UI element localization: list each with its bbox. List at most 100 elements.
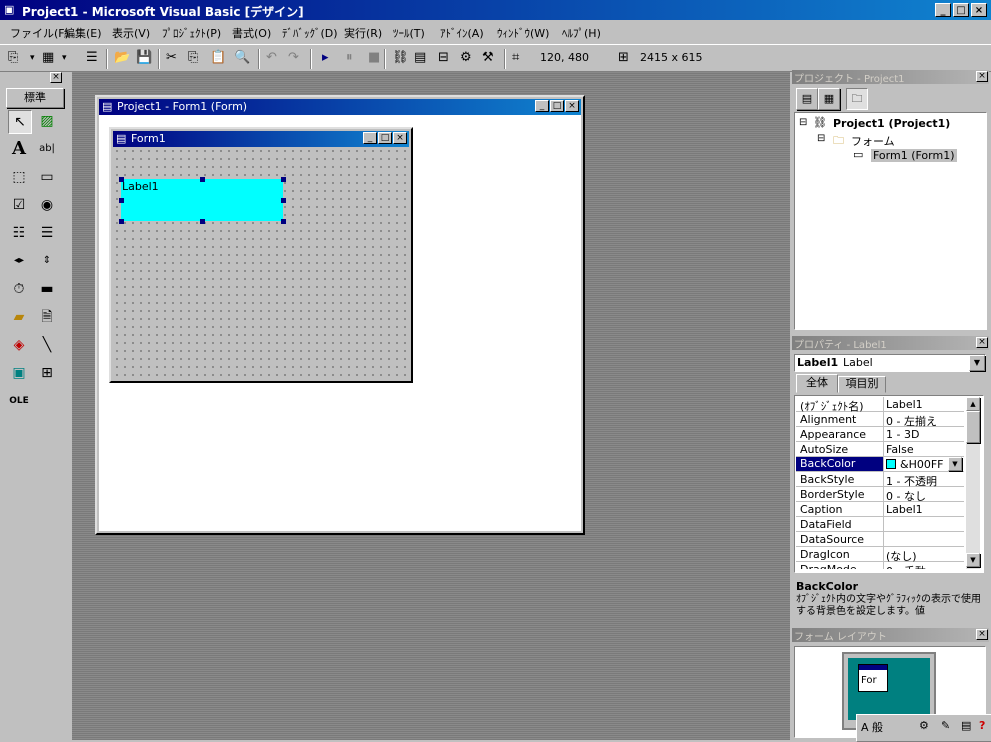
vscrollbar-tool-icon[interactable]: ⇕ — [36, 250, 58, 272]
property-row[interactable]: BackColor &H00FF ▼ — [796, 457, 964, 472]
toolbox-icon[interactable]: ⚒ — [482, 51, 494, 65]
filelistbox-tool-icon[interactable]: 🗎 — [36, 306, 58, 328]
resize-handle[interactable] — [119, 219, 124, 224]
help-icon[interactable]: ? — [979, 719, 985, 732]
property-value[interactable]: &H00FF — [900, 458, 950, 471]
object-selector[interactable]: Label1 Label ▼ — [794, 354, 986, 372]
tab-alphabetic[interactable]: 全体 — [796, 374, 838, 393]
menu-item[interactable]: 編集(E) — [64, 25, 102, 41]
project-explorer-close-button[interactable]: × — [976, 71, 988, 82]
dropdown-arrow-icon[interactable]: ▾ — [62, 51, 67, 65]
tree-forms-folder[interactable]: フォーム — [851, 133, 895, 149]
listbox-tool-icon[interactable]: ☰ — [36, 222, 58, 244]
toolbox-tab-general[interactable]: 標準 — [6, 88, 64, 108]
view-code-icon[interactable]: ▤ — [796, 88, 818, 110]
form1-maximize-button[interactable]: □ — [378, 132, 392, 144]
resize-handle[interactable] — [281, 198, 286, 203]
menu-editor-icon[interactable]: ☰ — [86, 51, 98, 65]
add-form-icon[interactable]: ▦ — [42, 51, 54, 65]
menu-item[interactable]: ﾂｰﾙ(T) — [393, 25, 425, 41]
break-icon[interactable]: ⏸ — [346, 51, 353, 65]
shape-tool-icon[interactable]: ◈ — [8, 334, 30, 356]
frame-tool-icon[interactable]: ⬚ — [8, 166, 30, 188]
resize-handle[interactable] — [200, 177, 205, 182]
pointer-icon[interactable]: ↖ — [8, 110, 32, 134]
property-row[interactable]: Alignment 0 - 左揃え — [796, 412, 964, 428]
collapse-icon[interactable]: ⊟ — [799, 117, 807, 128]
menu-item[interactable]: ｱﾄﾞｲﾝ(A) — [440, 25, 484, 41]
object-browser-icon[interactable]: ⚙ — [460, 51, 472, 65]
mini-form-preview[interactable]: For — [858, 664, 888, 692]
optionbutton-tool-icon[interactable]: ◉ — [36, 194, 58, 216]
timer-tool-icon[interactable]: ⏱ — [8, 278, 30, 300]
copy-icon[interactable]: ⎘ — [188, 51, 198, 65]
start-icon[interactable]: ▸ — [322, 51, 329, 65]
project-tree[interactable]: ⊟ ⛓ Project1 (Project1) ⊟ 🗀 フォーム ▭ Form1… — [794, 112, 987, 330]
menu-item[interactable]: 表示(V) — [112, 25, 150, 41]
property-row[interactable]: AutoSize False — [796, 442, 964, 457]
project-explorer-icon[interactable]: ⛓ — [392, 51, 409, 65]
toggle-folders-icon[interactable]: 🗀 — [846, 88, 868, 110]
property-value[interactable]: False — [886, 443, 962, 456]
menu-item[interactable]: ﾃﾞﾊﾞｯｸﾞ(D) — [282, 25, 338, 41]
paste-icon[interactable]: 📋 — [210, 51, 226, 65]
close-button[interactable]: × — [971, 3, 987, 17]
textbox-tool-icon[interactable]: ab| — [36, 138, 58, 160]
combobox-tool-icon[interactable]: ☷ — [8, 222, 30, 244]
scroll-up-icon[interactable]: ▲ — [966, 397, 980, 411]
line-tool-icon[interactable]: ╲ — [36, 334, 58, 356]
scroll-down-icon[interactable]: ▼ — [966, 553, 980, 567]
form-layout-close-button[interactable]: × — [976, 629, 988, 640]
dropdown-arrow-icon[interactable]: ▾ — [30, 51, 35, 65]
property-row[interactable]: Appearance 1 - 3D — [796, 427, 964, 442]
property-row[interactable]: DataField — [796, 517, 964, 532]
properties-grid[interactable]: (ｵﾌﾞｼﾞｪｸﾄ名) Label1 Alignment 0 - 左揃え Appeara… — [796, 397, 964, 569]
end-icon[interactable]: ■ — [368, 51, 380, 65]
resize-handle[interactable] — [281, 177, 286, 182]
resize-handle[interactable] — [281, 219, 286, 224]
resize-handle[interactable] — [119, 198, 124, 203]
chevron-down-icon[interactable]: ▼ — [969, 355, 985, 371]
ime-tool-icon[interactable]: ⚙ — [919, 719, 929, 732]
maximize-button[interactable]: □ — [953, 3, 969, 17]
property-row[interactable]: BorderStyle 0 - なし — [796, 487, 964, 503]
image-tool-icon[interactable]: ▣ — [8, 362, 30, 384]
picturebox-icon[interactable]: ▨ — [36, 110, 58, 132]
property-row[interactable]: Caption Label1 — [796, 502, 964, 517]
menu-item[interactable]: ﾌﾟﾛｼﾞｪｸﾄ(P) — [162, 25, 221, 41]
dirlistbox-tool-icon[interactable]: ▰ — [8, 306, 30, 328]
label-tool-icon[interactable]: A — [8, 138, 30, 160]
find-icon[interactable]: 🔍 — [234, 51, 250, 65]
minimize-button[interactable]: _ — [935, 3, 951, 17]
designer-close-button[interactable]: × — [565, 100, 579, 112]
tree-project-root[interactable]: Project1 (Project1) — [833, 117, 950, 130]
property-row[interactable]: BackStyle 1 - 不透明 — [796, 472, 964, 488]
menu-item[interactable]: 実行(R) — [344, 25, 382, 41]
hscrollbar-tool-icon[interactable]: ◂▸ — [8, 250, 30, 272]
form-designer-window[interactable]: ▤ Project1 - Form1 (Form) _ □ × ▤ Form1 … — [95, 95, 585, 535]
ime-mode-text[interactable]: A 般 — [861, 719, 883, 735]
properties-window-icon[interactable]: ▤ — [414, 51, 426, 65]
form1-close-button[interactable]: × — [393, 132, 407, 144]
add-project-icon[interactable]: ⎘ — [8, 51, 18, 65]
form-layout-icon[interactable]: ⊟ — [438, 51, 449, 65]
tree-form1-item[interactable]: Form1 (Form1) — [871, 149, 957, 162]
ime-dict-icon[interactable]: ▤ — [961, 719, 971, 732]
properties-scrollbar[interactable]: ▲ ▼ — [966, 397, 980, 569]
cut-icon[interactable]: ✂ — [166, 51, 177, 65]
designer-minimize-button[interactable]: _ — [535, 100, 549, 112]
property-row[interactable]: (ｵﾌﾞｼﾞｪｸﾄ名) Label1 — [796, 397, 964, 413]
properties-close-button[interactable]: × — [976, 337, 988, 348]
view-object-icon[interactable]: ▦ — [818, 88, 840, 110]
chevron-down-icon[interactable]: ▼ — [948, 457, 962, 471]
property-value[interactable]: 1 - 3D — [886, 428, 962, 441]
menu-item[interactable]: ｳｨﾝﾄﾞｳ(W) — [497, 25, 549, 41]
resize-handle[interactable] — [200, 219, 205, 224]
designer-maximize-button[interactable]: □ — [550, 100, 564, 112]
property-row[interactable]: DragMode 0 - 手動 — [796, 562, 964, 569]
ime-pad-icon[interactable]: ✎ — [941, 719, 950, 732]
form1-minimize-button[interactable]: _ — [363, 132, 377, 144]
scroll-thumb[interactable] — [966, 411, 980, 443]
redo-icon[interactable]: ↷ — [288, 51, 299, 65]
save-icon[interactable]: 💾 — [136, 51, 152, 65]
